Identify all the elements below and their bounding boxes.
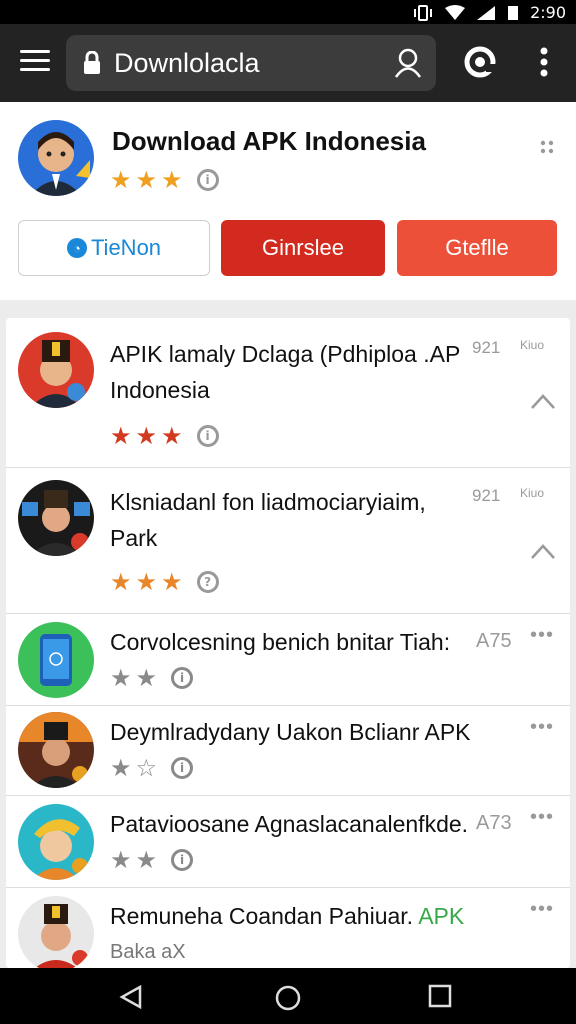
item-rating: ★ ☆ i — [110, 754, 194, 782]
item-rating: ★ ★ i — [110, 846, 194, 874]
info-badge-icon: i — [171, 849, 194, 871]
info-badge-icon: i — [196, 425, 219, 447]
item-avatar — [18, 480, 94, 556]
info-badge-icon: i — [196, 169, 219, 191]
info-badge-icon: i — [171, 667, 194, 689]
star-icon: ★ — [135, 422, 158, 450]
list-item[interactable]: Patavioosane Agnaslacanalenfkde. A73 •••… — [6, 796, 570, 888]
item-title-line: APIK lamaly Dclaga (Pdhiploa .AP — [110, 341, 461, 367]
system-nav-bar — [0, 968, 576, 1024]
star-outline-icon: ☆ — [135, 754, 158, 782]
item-meta: A75 — [476, 630, 512, 652]
ginrslee-button[interactable]: Ginrslee — [221, 220, 385, 276]
app-header-card: Download APK Indonesia ★ ★ ★ i ◔ TieNon … — [0, 102, 576, 300]
app-rating: ★ ★ ★ i — [110, 168, 219, 192]
item-subtitle: Baka aX — [110, 941, 186, 963]
vibrate-icon — [414, 4, 433, 21]
signal-icon — [477, 5, 496, 20]
circle-icon: ◔ — [66, 238, 87, 258]
recents-icon[interactable] — [428, 984, 452, 1008]
list-item[interactable]: Corvolcesning benich bnitar Tiah: A75 ••… — [6, 614, 570, 706]
star-icon: ★ — [110, 846, 132, 874]
tienon-label: TieNon — [90, 235, 162, 260]
star-icon: ★ — [135, 664, 158, 692]
status-time: 2:90 — [530, 3, 566, 22]
star-icon: ★ — [110, 166, 132, 194]
item-meta: 921 — [472, 486, 501, 505]
item-meta: A73 — [476, 812, 512, 834]
star-icon: ★ — [161, 422, 183, 450]
item-rating: ★ ★ ★ ? — [110, 570, 219, 594]
item-meta-secondary: Kiuo — [520, 338, 545, 352]
star-icon: ★ — [110, 422, 132, 450]
item-rating: ★ ★ i — [110, 664, 194, 692]
item-avatar — [18, 896, 94, 968]
battery-icon — [508, 5, 519, 20]
ginrslee-label: Ginrslee — [262, 235, 344, 260]
more-horiz-icon[interactable]: ••• — [530, 624, 554, 647]
menu-icon[interactable] — [20, 50, 50, 74]
item-title-text: Remuneha Coandan Pahiuar. — [110, 903, 414, 929]
item-title: Klsniadanl fon liadmociaryiaim, Park — [110, 484, 426, 556]
refresh-icon[interactable] — [462, 44, 498, 80]
star-icon: ★ — [110, 568, 132, 596]
user-icon[interactable] — [394, 48, 422, 78]
browser-toolbar: Downlolacla — [0, 24, 576, 102]
url-bar[interactable]: Downlolacla — [66, 35, 436, 91]
item-title-line: Indonesia — [110, 377, 210, 403]
item-title: Patavioosane Agnaslacanalenfkde. — [110, 811, 469, 837]
app-avatar — [18, 120, 94, 196]
star-icon: ★ — [135, 846, 158, 874]
status-bar: 2:90 — [0, 0, 576, 24]
item-title: Remuneha Coandan Pahiuar. APK — [110, 898, 464, 934]
app-title: Download APK Indonesia — [112, 126, 426, 156]
item-title: APIK lamaly Dclaga (Pdhiploa .AP Indones… — [110, 336, 460, 408]
list-item[interactable]: Deymlradydany Uakon Bclianr APK ••• ★ ☆ … — [6, 706, 570, 796]
item-title-line: Park — [110, 525, 158, 551]
chevron-up-icon[interactable] — [530, 542, 556, 560]
item-avatar — [18, 622, 94, 698]
star-icon: ★ — [110, 754, 132, 782]
drag-handle-icon[interactable] — [540, 140, 554, 154]
wifi-icon — [445, 4, 466, 20]
star-icon: ★ — [161, 166, 183, 194]
back-icon[interactable] — [118, 984, 144, 1010]
item-title: Corvolcesning benich bnitar Tiah: — [110, 629, 451, 655]
item-meta: 921 — [472, 338, 501, 357]
list-item[interactable]: Remuneha Coandan Pahiuar. APK Baka aX ••… — [6, 888, 570, 968]
app-list: APIK lamaly Dclaga (Pdhiploa .AP Indones… — [6, 318, 570, 968]
tienon-button[interactable]: ◔ TieNon — [18, 220, 210, 276]
apk-highlight: APK — [418, 903, 465, 929]
star-icon: ★ — [135, 568, 158, 596]
chevron-up-icon[interactable] — [530, 392, 556, 410]
url-text: Downlolacla — [114, 48, 260, 78]
item-title: Deymlradydany Uakon Bclianr APK — [110, 719, 471, 745]
home-icon[interactable] — [274, 984, 302, 1012]
more-horiz-icon[interactable]: ••• — [530, 716, 554, 739]
item-title-line: Klsniadanl fon liadmociaryiaim, — [110, 489, 426, 515]
gteflle-button[interactable]: Gteflle — [397, 220, 557, 276]
item-meta-secondary: Kiuo — [520, 486, 545, 500]
list-item[interactable]: APIK lamaly Dclaga (Pdhiploa .AP Indones… — [6, 318, 570, 468]
star-icon: ★ — [110, 664, 132, 692]
help-badge-icon: ? — [196, 571, 219, 593]
more-vert-icon[interactable] — [538, 44, 550, 80]
info-badge-icon: i — [171, 757, 194, 779]
star-icon: ★ — [135, 166, 158, 194]
item-rating: ★ ★ ★ i — [110, 424, 219, 448]
item-avatar — [18, 804, 94, 880]
star-icon: ★ — [161, 568, 183, 596]
more-horiz-icon[interactable]: ••• — [530, 898, 554, 921]
more-horiz-icon[interactable]: ••• — [530, 806, 554, 829]
list-item[interactable]: Klsniadanl fon liadmociaryiaim, Park 921… — [6, 468, 570, 614]
item-avatar — [18, 712, 94, 788]
item-avatar — [18, 332, 94, 408]
lock-icon — [84, 51, 100, 74]
gteflle-label: Gteflle — [445, 235, 509, 260]
